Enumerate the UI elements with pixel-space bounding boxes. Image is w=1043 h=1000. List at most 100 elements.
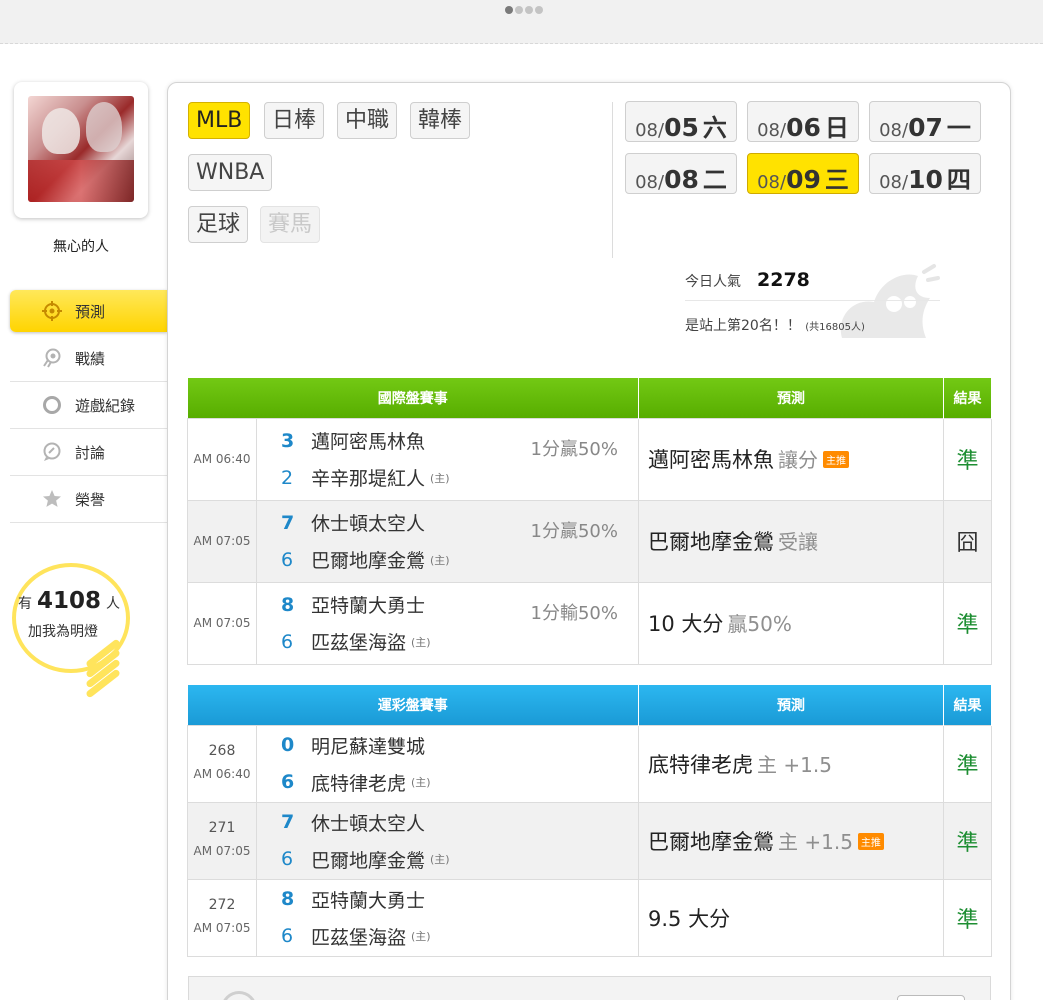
divider	[612, 102, 613, 258]
prediction-cell: 巴爾地摩金鶯主 +1.5 主推	[638, 801, 944, 880]
lottery-odds-table: 運彩盤賽事 預測 結果 268 AM 06:40 0 明尼蘇達雙城 6 底特律老虎 (主…	[187, 685, 992, 957]
team-name: 亞特蘭大勇士	[311, 595, 426, 617]
popularity: 今日人氣 2278	[685, 269, 810, 291]
team-name: 底特律老虎	[311, 772, 407, 795]
medal-icon	[40, 348, 64, 368]
table-row[interactable]: 268 AM 06:40 0 明尼蘇達雙城 6 底特律老虎 (主) 底特律老虎主 +1.…	[187, 724, 992, 803]
table-header: 預測	[638, 685, 944, 725]
result-cell: 準	[943, 724, 992, 803]
prediction-cell: 底特律老虎主 +1.5	[638, 724, 944, 803]
odds-text: 1分贏50%	[530, 520, 618, 542]
bulb-base-icon	[83, 638, 123, 700]
team-name: 辛辛那堤紅人	[311, 468, 426, 490]
sidebar-item-discussion[interactable]: 討論	[10, 429, 167, 476]
date-button[interactable]: 08/05 六	[625, 101, 737, 142]
table-header: 結果	[943, 378, 992, 418]
sidebar-item-predict[interactable]: 預測	[10, 290, 177, 332]
follow-link[interactable]: 加我為明燈	[28, 621, 98, 641]
table-row[interactable]: AM 06:40 3 邁阿密馬林魚 2 辛辛那堤紅人 (主) 1分贏50% 邁阿密馬林…	[187, 417, 992, 501]
teams-cell: 8 亞特蘭大勇士 6 匹茲堡海盜 (主) 1分輸50%	[256, 581, 639, 665]
teams-cell: 7 休士頓太空人 6 巴爾地摩金鶯 (主)	[256, 801, 639, 880]
teams-cell: 8 亞特蘭大勇士 6 匹茲堡海盜 (主)	[256, 878, 639, 957]
game-time: AM 07:05	[187, 581, 257, 665]
sidebar-item-game-log[interactable]: 遊戲紀錄	[10, 382, 167, 429]
game-number: 271	[208, 819, 236, 836]
sidebar-item-honor[interactable]: 榮譽	[10, 476, 167, 523]
game-number: 272	[208, 896, 236, 913]
comment-strip	[188, 976, 991, 1000]
divider	[685, 300, 940, 301]
avatar	[28, 96, 134, 202]
game-time: 268 AM 06:40	[187, 724, 257, 803]
team-name: 亞特蘭大勇士	[311, 889, 426, 912]
odds-text: 1分贏50%	[530, 438, 618, 460]
sidebar-item-label: 榮譽	[75, 490, 106, 509]
teams-cell: 7 休士頓太空人 6 巴爾地摩金鶯 (主) 1分贏50%	[256, 499, 639, 583]
tab-cpbl[interactable]: 中職	[337, 102, 398, 139]
game-time: AM 07:05	[187, 499, 257, 583]
prediction-cell: 巴爾地摩金鶯 受讓	[638, 499, 944, 583]
team-name: 匹茲堡海盜	[311, 926, 407, 949]
date-button[interactable]: 08/10 四	[869, 153, 981, 194]
sidebar-item-label: 預測	[75, 302, 106, 321]
chat-icon	[40, 442, 64, 462]
tab-wnba[interactable]: WNBA	[188, 154, 273, 191]
team-name: 巴爾地摩金鶯	[311, 849, 426, 872]
tab-kbo[interactable]: 韓棒	[410, 102, 471, 139]
prediction-cell: 邁阿密馬林魚 讓分 主推	[638, 417, 944, 501]
game-time: 271 AM 07:05	[187, 801, 257, 880]
table-row[interactable]: 272 AM 07:05 8 亞特蘭大勇士 6 匹茲堡海盜 (主) 9.5 大分 準	[187, 878, 992, 957]
sidebar-item-label: 討論	[75, 443, 106, 462]
teams-cell: 3 邁阿密馬林魚 2 辛辛那堤紅人 (主) 1分贏50%	[256, 417, 639, 501]
team-name: 邁阿密馬林魚	[311, 431, 426, 453]
star-icon	[40, 489, 64, 509]
table-header: 預測	[638, 378, 944, 418]
date-button[interactable]: 08/06 日	[747, 101, 859, 142]
prediction-cell: 10 大分 贏50%	[638, 581, 944, 665]
result-cell: 準	[943, 581, 992, 665]
page-dot[interactable]	[505, 6, 513, 14]
table-row[interactable]: AM 07:05 7 休士頓太空人 6 巴爾地摩金鶯 (主) 1分贏50% 巴爾地摩金…	[187, 499, 992, 583]
circle-icon	[40, 395, 64, 415]
table-header: 結果	[943, 685, 992, 725]
featured-badge: 主推	[857, 832, 884, 850]
avatar-card[interactable]	[14, 82, 148, 218]
odds-text: 1分輸50%	[530, 602, 618, 624]
page-dot[interactable]	[525, 6, 533, 14]
team-name: 明尼蘇達雙城	[311, 735, 426, 758]
table-header: 運彩盤賽事	[187, 685, 639, 725]
table-row[interactable]: 271 AM 07:05 7 休士頓太空人 6 巴爾地摩金鶯 (主) 巴爾地摩金鶯主 +…	[187, 801, 992, 880]
teams-cell: 0 明尼蘇達雙城 6 底特律老虎 (主)	[256, 724, 639, 803]
table-row[interactable]: AM 07:05 8 亞特蘭大勇士 6 匹茲堡海盜 (主) 1分輸50% 10 大分贏…	[187, 581, 992, 665]
tab-mlb[interactable]: MLB	[188, 102, 251, 139]
page-dot[interactable]	[515, 6, 523, 14]
sidebar-nav: 預測 戰績 遊戲紀錄 討論 榮譽	[10, 290, 177, 523]
date-button-selected[interactable]: 08/09 三	[747, 153, 859, 194]
team-name: 休士頓太空人	[311, 513, 426, 535]
featured-badge: 主推	[823, 451, 849, 468]
result-cell: 準	[943, 878, 992, 957]
result-cell: 準	[943, 417, 992, 501]
tab-npb[interactable]: 日棒	[264, 102, 325, 139]
team-name: 巴爾地摩金鶯	[311, 550, 426, 572]
page-dot[interactable]	[535, 6, 543, 14]
team-name: 休士頓太空人	[311, 812, 426, 835]
intl-odds-table: 國際盤賽事 預測 結果 AM 06:40 3 邁阿密馬林魚 2 辛辛那堤紅人 (主) …	[187, 378, 992, 665]
date-button[interactable]: 08/08 二	[625, 153, 737, 194]
username: 無心的人	[53, 239, 109, 255]
tab-soccer[interactable]: 足球	[188, 206, 249, 243]
prediction-cell: 9.5 大分	[638, 878, 944, 957]
target-icon	[40, 301, 64, 321]
date-button[interactable]: 08/07 一	[869, 101, 981, 142]
comment-icon	[221, 991, 257, 1000]
submit-button[interactable]	[897, 995, 965, 1000]
team-name: 匹茲堡海盜	[311, 632, 407, 654]
sidebar-item-record[interactable]: 戰績	[10, 335, 167, 382]
table-header: 國際盤賽事	[187, 378, 639, 418]
top-bar	[0, 0, 1043, 44]
tab-horse-racing: 賽馬	[260, 206, 321, 243]
sidebar-item-label: 戰績	[75, 349, 106, 368]
game-number: 268	[208, 742, 236, 759]
result-cell: 準	[943, 801, 992, 880]
sidebar-item-label: 遊戲紀錄	[75, 396, 136, 415]
